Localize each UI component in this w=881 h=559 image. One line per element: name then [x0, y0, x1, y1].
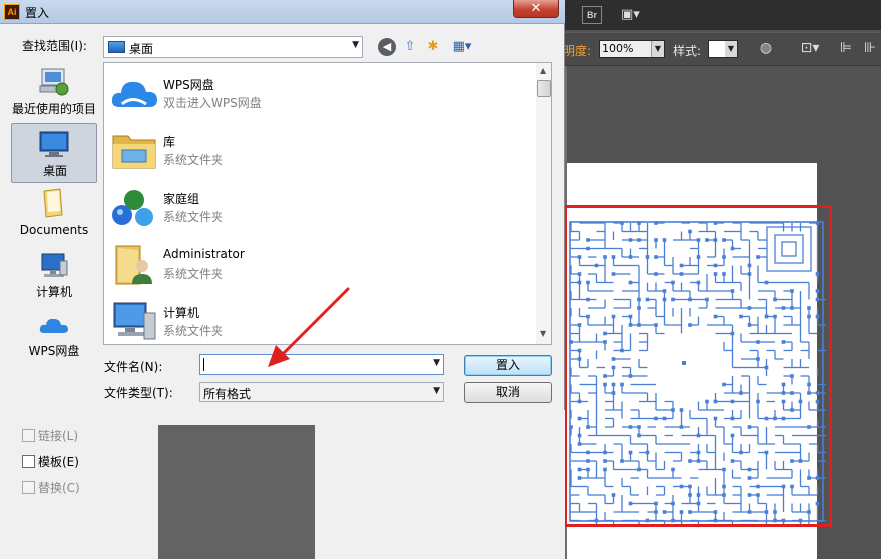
- align-left-icon[interactable]: ⊫: [836, 38, 856, 58]
- place-button[interactable]: 置入: [464, 355, 552, 376]
- place-label: 桌面: [42, 164, 67, 178]
- chevron-down-icon: ▼: [433, 386, 440, 396]
- file-type-label: 文件类型(T):: [104, 386, 173, 400]
- place-wps-cloud[interactable]: WPS网盘: [11, 313, 97, 365]
- transform-icon[interactable]: ⊡▾: [796, 38, 824, 58]
- checkbox-label: 替换(C): [38, 481, 80, 495]
- desktop-monitor-icon: [39, 131, 69, 157]
- chevron-down-icon[interactable]: ▼: [433, 358, 440, 368]
- new-folder-icon[interactable]: ✱: [424, 38, 442, 56]
- desktop-icon: [108, 41, 125, 53]
- recent-items-icon: [39, 68, 69, 96]
- red-arrow-annotation: [268, 287, 350, 367]
- back-icon[interactable]: ◀: [378, 38, 396, 56]
- places-bar: 最近使用的项目 桌面 Documents 计算机 WPS网盘: [8, 63, 100, 373]
- checkbox-label: 链接(L): [38, 429, 79, 443]
- wps-cloud-icon: [111, 81, 157, 107]
- replace-checkbox[interactable]: 替换(C): [22, 479, 80, 496]
- scroll-up-icon[interactable]: ▲: [540, 66, 546, 75]
- file-name: 家庭组: [163, 192, 200, 206]
- look-in-value: 桌面: [129, 42, 154, 56]
- file-list-scrollbar[interactable]: ▲ ▼: [536, 63, 551, 344]
- scroll-down-icon[interactable]: ▼: [540, 329, 546, 338]
- computer-icon: [41, 253, 68, 277]
- cancel-button[interactable]: 取消: [464, 382, 552, 403]
- recolor-artwork-icon[interactable]: ◍: [756, 38, 776, 58]
- file-description: 系统文件夹: [163, 210, 224, 224]
- selection-highlight-frame: [564, 205, 832, 527]
- documents-folder-icon: [43, 188, 63, 218]
- wps-cloud-icon: [39, 318, 68, 333]
- user-folder-icon: [115, 245, 152, 285]
- look-in-dropdown[interactable]: 桌面 ▼: [103, 36, 363, 58]
- place-desktop[interactable]: 桌面: [11, 123, 97, 183]
- file-description: 系统文件夹: [163, 153, 224, 167]
- view-menu-icon[interactable]: ▦▾: [448, 38, 476, 56]
- place-dialog: Ai 置入 ✕ 查找范围(I): 桌面 ▼ ◀ ⇧ ✱ ▦▾ 最近使用的项目 桌…: [0, 0, 565, 559]
- chevron-down-icon: ▼: [352, 40, 359, 50]
- checkbox-box: [22, 455, 35, 468]
- file-description: 系统文件夹: [163, 267, 224, 281]
- file-description: 双击进入WPS网盘: [163, 96, 262, 110]
- place-recent-items[interactable]: 最近使用的项目: [11, 65, 97, 123]
- file-name: WPS网盘: [163, 78, 214, 92]
- place-computer[interactable]: 计算机: [11, 251, 97, 303]
- file-name-label: 文件名(N):: [104, 360, 163, 374]
- file-name: 库: [163, 135, 176, 149]
- checkbox-label: 模板(E): [38, 455, 79, 469]
- preview-pane: [158, 425, 315, 559]
- template-checkbox[interactable]: 模板(E): [22, 453, 79, 470]
- close-button[interactable]: ✕: [513, 0, 559, 18]
- bridge-button[interactable]: Br: [582, 6, 602, 24]
- homegroup-icon: [112, 190, 153, 226]
- up-folder-icon[interactable]: ⇧: [401, 38, 419, 56]
- opacity-label[interactable]: 明度:: [563, 42, 591, 59]
- checkbox-box: [22, 429, 35, 442]
- dialog-title-bar[interactable]: Ai 置入: [0, 0, 565, 24]
- dialog-title: 置入: [25, 6, 50, 20]
- file-item-homegroup[interactable]: 家庭组 系统文件夹: [108, 179, 528, 235]
- file-name: 计算机: [163, 306, 200, 320]
- file-type-value: 所有格式: [203, 387, 252, 401]
- text-caret: [203, 358, 204, 371]
- place-label: Documents: [19, 223, 89, 237]
- file-description: 系统文件夹: [163, 324, 224, 338]
- link-checkbox[interactable]: 链接(L): [22, 427, 78, 444]
- place-label: 计算机: [35, 285, 72, 299]
- file-item-wps-cloud[interactable]: WPS网盘 双击进入WPS网盘: [108, 65, 528, 121]
- arrange-documents-icon[interactable]: ▣▾: [621, 6, 651, 24]
- checkbox-box: [22, 481, 35, 494]
- library-folder-icon: [112, 135, 156, 169]
- computer-icon: [113, 302, 156, 340]
- file-name: Administrator: [163, 247, 245, 261]
- style-dropdown-arrow-icon[interactable]: ▼: [725, 41, 737, 57]
- file-item-libraries[interactable]: 库 系统文件夹: [108, 122, 528, 178]
- place-documents[interactable]: Documents: [11, 187, 97, 243]
- look-in-label: 查找范围(I):: [22, 39, 87, 53]
- illustrator-logo-icon: Ai: [4, 4, 20, 20]
- file-type-dropdown[interactable]: 所有格式 ▼: [199, 382, 444, 402]
- scroll-thumb[interactable]: [537, 80, 551, 97]
- opacity-dropdown-arrow-icon[interactable]: ▼: [651, 41, 664, 57]
- place-label: 最近使用的项目: [11, 102, 96, 116]
- align-center-icon[interactable]: ⊪: [860, 38, 880, 58]
- place-label: WPS网盘: [28, 344, 80, 358]
- style-label: 样式:: [673, 44, 702, 58]
